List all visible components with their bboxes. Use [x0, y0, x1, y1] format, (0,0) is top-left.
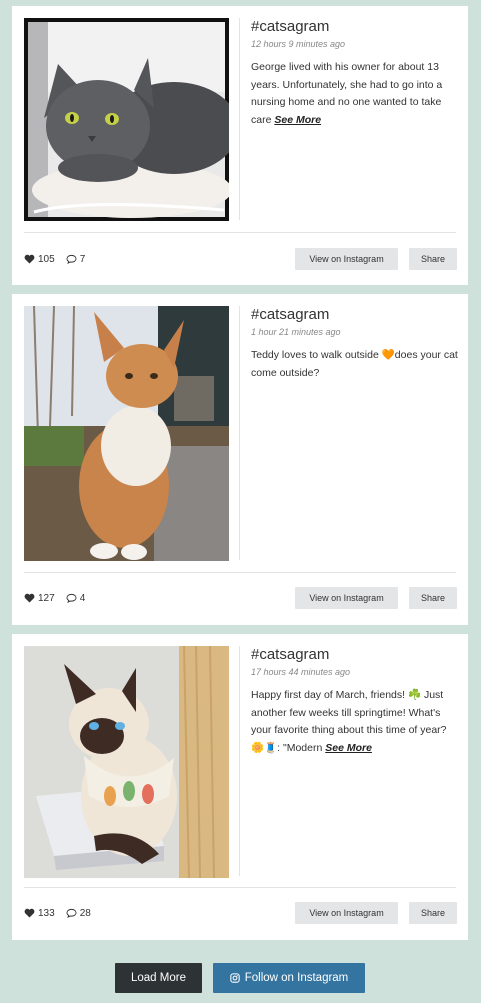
post-divider [24, 887, 456, 888]
follow-on-instagram-button[interactable]: Follow on Instagram [213, 963, 365, 993]
view-on-instagram-button[interactable]: View on Instagram [295, 902, 398, 924]
column-divider [239, 18, 240, 220]
post-hashtag[interactable]: #catsagram [251, 18, 461, 36]
likes-count: 127 [38, 592, 55, 604]
comments-stat: 4 [66, 592, 86, 604]
post-stats: 105 7 [24, 252, 85, 266]
comments-stat: 28 [66, 908, 91, 919]
post-text: #catsagram 1 hour 21 minutes ago Teddy l… [251, 306, 461, 382]
post-card: #catsagram 12 hours 9 minutes ago George… [12, 6, 468, 285]
follow-label: Follow on Instagram [244, 972, 349, 984]
post-hashtag[interactable]: #catsagram [251, 306, 461, 324]
post-card: #catsagram 1 hour 21 minutes ago Teddy l… [12, 294, 468, 625]
column-divider [239, 646, 240, 876]
post-caption: Happy first day of March, friends! ☘️ Ju… [251, 687, 461, 757]
post-divider [24, 232, 456, 233]
share-button[interactable]: Share [409, 248, 457, 270]
likes-stat: 133 [24, 908, 55, 919]
heart-icon [24, 254, 35, 264]
post-timestamp: 12 hours 9 minutes ago [251, 39, 346, 49]
post-caption: Teddy loves to walk outside 🧡does your c… [251, 349, 458, 379]
post-caption: George lived with his owner for about 13… [251, 59, 461, 129]
post-text: #catsagram 12 hours 9 minutes ago George… [251, 18, 461, 129]
likes-stat: 105 [24, 254, 55, 265]
likes-stat: 127 [24, 593, 55, 604]
heart-icon [24, 908, 35, 918]
view-on-instagram-button[interactable]: View on Instagram [295, 248, 398, 270]
post-stats: 133 28 [24, 906, 91, 920]
comments-count: 28 [79, 907, 91, 919]
speech-bubble-icon [66, 593, 77, 603]
share-button[interactable]: Share [409, 902, 457, 924]
post-timestamp: 1 hour 21 minutes ago [251, 327, 341, 337]
comments-count: 7 [79, 253, 86, 265]
view-on-instagram-button[interactable]: View on Instagram [295, 587, 398, 609]
post-timestamp: 17 hours 44 minutes ago [251, 667, 351, 677]
column-divider [239, 306, 240, 560]
post-divider [24, 572, 456, 573]
comments-stat: 7 [66, 253, 86, 265]
see-more-link[interactable]: See More [274, 114, 321, 126]
post-hashtag[interactable]: #catsagram [251, 646, 461, 664]
post-photo-siamese-cat[interactable] [24, 646, 229, 878]
post-photo-orange-cat[interactable] [24, 306, 229, 561]
share-button[interactable]: Share [409, 587, 457, 609]
comments-count: 4 [79, 592, 86, 604]
speech-bubble-icon [66, 908, 77, 918]
heart-icon [24, 593, 35, 603]
post-text: #catsagram 17 hours 44 minutes ago Happy… [251, 646, 461, 757]
likes-count: 133 [38, 907, 55, 919]
load-more-button[interactable]: Load More [115, 963, 202, 993]
post-stats: 127 4 [24, 591, 85, 605]
see-more-link[interactable]: See More [325, 742, 372, 754]
post-photo-gray-cat[interactable] [24, 18, 229, 221]
speech-bubble-icon [66, 254, 77, 264]
instagram-icon [230, 973, 240, 983]
post-card: #catsagram 17 hours 44 minutes ago Happy… [12, 634, 468, 940]
likes-count: 105 [38, 253, 55, 265]
